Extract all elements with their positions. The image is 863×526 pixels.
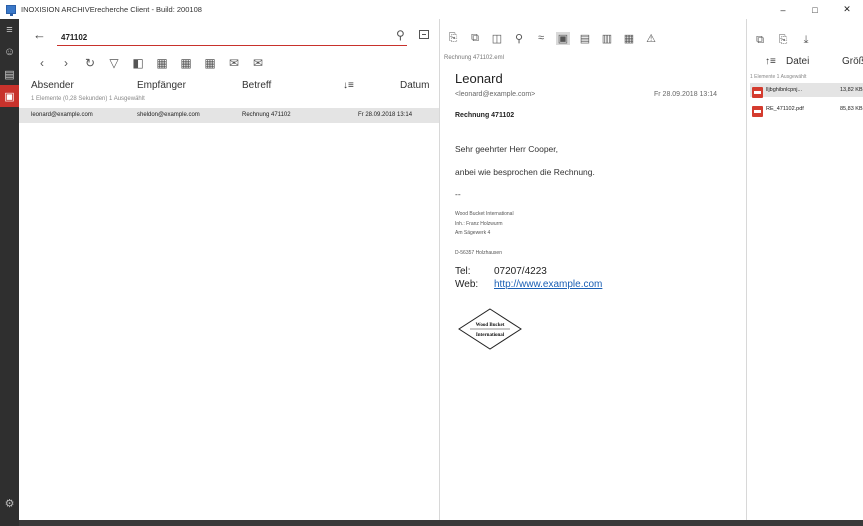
search-icon[interactable]: ⚲ xyxy=(396,28,405,42)
mail-body: anbei wie besprochen die Rechnung. xyxy=(455,167,595,177)
search-row: ← ⚲ xyxy=(19,26,439,50)
preview-filename: Rechnung 471102.eml xyxy=(444,55,504,61)
export-attachment-icon[interactable]: ⎘ xyxy=(776,34,790,47)
text-view-icon[interactable]: ▤ xyxy=(578,32,592,45)
hamburger-icon[interactable]: ≡ xyxy=(0,19,19,41)
results-column-header: Absender Empfänger Betreff ↓≡ Datum xyxy=(19,78,439,94)
previous-icon[interactable]: ‹ xyxy=(35,56,49,70)
mail-greeting: Sehr geehrter Herr Cooper, xyxy=(455,144,558,154)
search-input[interactable] xyxy=(57,29,407,46)
web-link-container: http://www.example.com xyxy=(494,279,602,290)
person-icon[interactable]: ☺ xyxy=(0,41,19,63)
minimize-button[interactable]: – xyxy=(767,0,799,19)
sort-icon[interactable]: ↑≡ xyxy=(765,56,776,67)
navigation-rail: ≡ ☺ ▤ ▣ ⚙ xyxy=(0,19,19,526)
pane-divider[interactable] xyxy=(439,19,440,520)
file-size: 85,83 KB xyxy=(840,106,863,112)
save-attachment-icon[interactable]: ⤓ xyxy=(799,34,813,47)
next-icon[interactable]: › xyxy=(59,56,73,70)
file-name: lljbghibnlcpnj... xyxy=(766,87,803,93)
logo-text-line1: Wood Bucket xyxy=(476,323,505,328)
column-recipient[interactable]: Empfänger xyxy=(137,80,186,91)
column-subject[interactable]: Betreff xyxy=(242,80,271,91)
archive-icon[interactable]: ▣ xyxy=(0,85,19,107)
export-icon[interactable]: ⎘ xyxy=(446,32,460,45)
row-date: Fr 28.09.2018 13:14 xyxy=(358,112,413,118)
html-view-icon[interactable]: ▣ xyxy=(556,31,570,45)
pdf-file-icon xyxy=(752,106,763,117)
window-controls: – □ ✕ xyxy=(767,0,863,19)
list-item[interactable]: RE_471102.pdf 85,83 KB xyxy=(750,102,863,117)
close-button[interactable]: ✕ xyxy=(831,0,863,19)
source-view-icon[interactable]: ▥ xyxy=(600,32,614,45)
tel-value: 07207/4223 xyxy=(494,266,547,277)
attachments-column-header: ↑≡ Datei Größe xyxy=(753,56,863,70)
calendar-month-icon[interactable]: ▦ xyxy=(203,56,217,70)
preview-sender-email: <leonard@example.com> xyxy=(455,91,536,98)
scan-icon[interactable] xyxy=(419,30,429,39)
print-icon[interactable]: ▦ xyxy=(622,32,636,45)
preview-toolbar: ⎘ ⧉ ◫ ⚲ ≈ ▣ ▤ ▥ ▦ ⚠ xyxy=(441,27,746,49)
list-item[interactable]: lljbghibnlcpnj... 13,82 KB xyxy=(750,83,863,98)
preview-sender-name: Leonard xyxy=(455,71,503,86)
preview-date: Fr 28.09.2018 13:14 xyxy=(654,91,718,98)
row-sender: leonard@example.com xyxy=(31,112,93,118)
signature-company: Wood Bucket International xyxy=(455,211,514,217)
results-info: 1 Elemente (0,28 Sekunden) 1 Ausgewählt xyxy=(31,96,145,102)
document-icon[interactable]: ▤ xyxy=(0,63,19,85)
file-name: RE_471102.pdf xyxy=(766,106,804,112)
maximize-button[interactable]: □ xyxy=(799,0,831,19)
row-subject: Rechnung 471102 xyxy=(242,112,291,118)
title-bar: INOXISION ARCHIVErecherche Client - Buil… xyxy=(0,0,863,19)
mail-separator: -- xyxy=(455,189,461,199)
view-options-icon[interactable]: ◫ xyxy=(490,32,504,45)
refresh-icon[interactable]: ↻ xyxy=(83,56,97,70)
logo-text-line2: International xyxy=(476,333,505,338)
find-replace-icon[interactable]: ≈ xyxy=(534,32,548,44)
status-bar xyxy=(19,520,863,526)
table-row[interactable]: leonard@example.com sheldon@example.com … xyxy=(19,108,439,123)
copy-icon[interactable]: ⧉ xyxy=(468,32,482,45)
copy-attachment-icon[interactable]: ⧉ xyxy=(753,34,767,47)
web-link[interactable]: http://www.example.com xyxy=(494,279,602,290)
back-arrow-icon[interactable]: ← xyxy=(33,27,46,42)
signature-city: D-56357 Holzhausen xyxy=(455,250,502,256)
web-label: Web: xyxy=(455,279,479,290)
column-date[interactable]: Datum xyxy=(400,80,429,91)
find-icon[interactable]: ⚲ xyxy=(512,32,526,45)
sort-icon[interactable]: ↓≡ xyxy=(343,80,354,91)
window-title: INOXISION ARCHIVErecherche Client - Buil… xyxy=(21,5,202,14)
row-recipient: sheldon@example.com xyxy=(137,112,200,118)
attachments-toolbar: ⧉ ⎘ ⤓ xyxy=(753,30,822,50)
company-logo: Wood Bucket International xyxy=(458,308,522,350)
view-layout-icon[interactable]: ◧ xyxy=(131,56,145,70)
gear-icon[interactable]: ⚙ xyxy=(0,494,19,512)
column-size[interactable]: Größe xyxy=(842,56,863,67)
image-file-icon xyxy=(752,87,763,98)
pane-divider[interactable] xyxy=(746,19,747,520)
signature-street: Am Sägewerk 4 xyxy=(455,230,491,236)
column-sender[interactable]: Absender xyxy=(31,80,74,91)
file-size: 13,82 KB xyxy=(840,87,863,93)
column-file[interactable]: Datei xyxy=(786,56,809,67)
warning-icon[interactable]: ⚠ xyxy=(644,32,658,45)
calendar-day-icon[interactable]: ▦ xyxy=(155,56,169,70)
filter-icon[interactable]: ▽ xyxy=(107,56,121,70)
signature-owner: Inh.: Franz Holzwurm xyxy=(455,221,503,227)
mail-open-icon[interactable]: ✉ xyxy=(227,56,241,70)
preview-subject: Rechnung 471102 xyxy=(455,112,515,119)
calendar-week-icon[interactable]: ▦ xyxy=(179,56,193,70)
attachments-info: 1 Elemente 1 Ausgewählt xyxy=(750,74,807,80)
mail-export-icon[interactable]: ✉ xyxy=(251,56,265,70)
results-toolbar: ‹ › ↻ ▽ ◧ ▦ ▦ ▦ ✉ ✉ xyxy=(19,52,439,74)
tel-label: Tel: xyxy=(455,266,471,277)
app-monitor-icon xyxy=(6,5,16,16)
